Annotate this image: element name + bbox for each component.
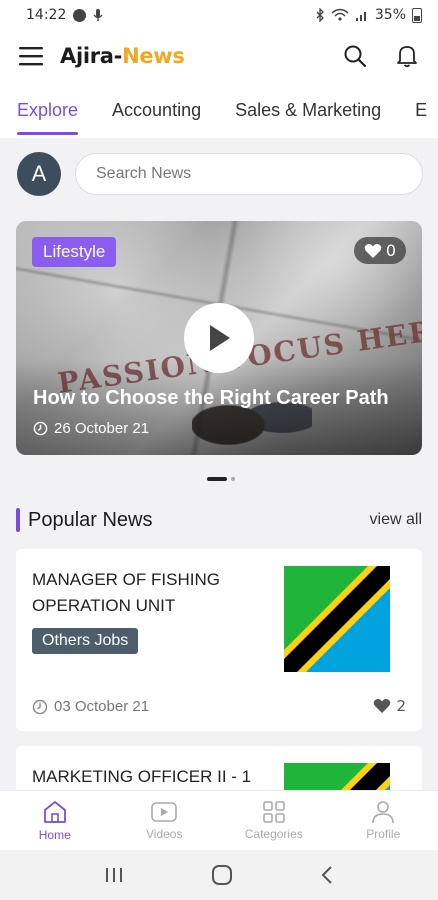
clock-icon [32,699,48,714]
app-bar: Ajira-News [0,30,438,82]
battery-percent: 35% [374,7,406,23]
wifi-icon [331,8,349,21]
system-navigation-bar [0,850,438,900]
tab-explore[interactable]: Explore [17,82,79,138]
bell-icon [397,46,417,68]
mic-notification-icon [93,9,103,21]
battery-icon [412,7,422,23]
home-icon [43,801,66,823]
person-icon [372,801,395,824]
tab-accounting[interactable]: Accounting [112,82,201,138]
bottom-navigation: Home Videos Categories Profile [0,790,438,850]
section-accent-bar [16,508,20,532]
heart-icon [374,699,391,713]
nav-profile-label: Profile [366,827,401,841]
featured-date: 26 October 21 [33,420,149,437]
news-date-text: 03 October 21 [54,698,150,715]
search-button[interactable] [342,43,368,69]
grid-icon [262,801,285,823]
clock-icon [33,421,48,436]
hamburger-menu-icon [19,47,43,66]
signal-icon [355,12,366,21]
news-title[interactable]: MANAGER OF FISHING OPERATION UNIT [32,567,262,619]
brand-part-1: Ajira- [60,44,123,68]
play-button[interactable] [184,303,254,373]
carousel-indicator [207,477,235,481]
carousel-dot [231,477,235,481]
popular-news-header: Popular News view all [16,507,422,533]
news-date: 03 October 21 [32,698,149,715]
nav-categories[interactable]: Categories [219,791,329,850]
nav-videos[interactable]: Videos [110,791,220,850]
featured-title[interactable]: How to Choose the Right Career Path [33,387,389,410]
news-tag[interactable]: Others Jobs [32,628,139,654]
avatar[interactable]: A [17,152,61,196]
carousel-dot-active [207,477,227,481]
notifications-button[interactable] [394,43,420,69]
menu-button[interactable] [18,43,44,69]
tab-sales-marketing[interactable]: Sales & Marketing [235,82,381,138]
bluetooth-icon [316,8,324,22]
play-icon [210,325,230,351]
tanzania-flag-icon [284,566,390,672]
search-input[interactable]: Search News [75,153,423,195]
video-icon [151,802,178,822]
status-bar: 14:22 35% [0,0,438,30]
notification-icon [73,8,87,22]
like-count: 0 [385,241,396,260]
search-icon [344,45,367,68]
app-logo: Ajira-News [60,44,185,68]
featured-news-card[interactable]: PASSION FOCUS HERE Lifestyle 0 How to Ch… [16,221,422,455]
category-badge[interactable]: Lifestyle [32,237,117,267]
featured-date-text: 26 October 21 [54,420,150,437]
news-card[interactable]: MANAGER OF FISHING OPERATION UNIT Others… [16,549,422,731]
search-row: A Search News [17,152,423,196]
nav-home[interactable]: Home [0,791,110,850]
nav-home-label: Home [38,828,71,842]
news-title[interactable]: MARKETING OFFICER II - 1 [32,764,262,790]
recent-apps-icon[interactable] [104,866,124,884]
category-tabs: Explore Accounting Sales & Marketing E [0,82,438,138]
nav-videos-label: Videos [146,827,183,841]
news-like-button[interactable]: 2 [373,697,406,715]
home-button-icon[interactable] [211,864,233,886]
nav-profile[interactable]: Profile [329,791,438,850]
status-time: 14:22 [26,7,67,23]
view-all-link[interactable]: view all [370,511,422,529]
section-title: Popular News [28,508,153,531]
brand-part-2: News [122,44,185,68]
back-icon[interactable] [320,865,334,885]
tab-more[interactable]: E [415,82,427,138]
news-like-count: 2 [396,697,406,715]
heart-icon [364,243,382,258]
nav-categories-label: Categories [244,827,303,841]
like-button[interactable]: 0 [353,237,406,264]
